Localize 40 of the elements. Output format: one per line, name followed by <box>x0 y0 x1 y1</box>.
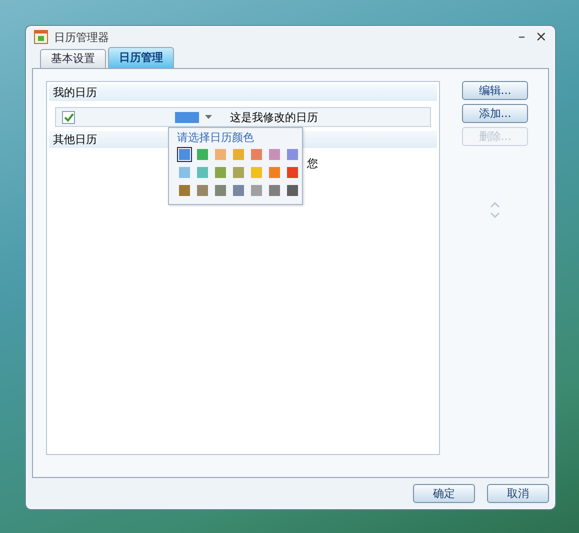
color-option[interactable] <box>231 147 246 162</box>
window-title: 日历管理器 <box>54 30 109 44</box>
color-option[interactable] <box>267 183 282 198</box>
color-option[interactable] <box>267 147 282 162</box>
close-button[interactable]: × <box>533 30 549 44</box>
color-option[interactable] <box>177 183 192 198</box>
minimize-button[interactable]: – <box>516 30 528 44</box>
tab[interactable]: 基本设置 <box>40 49 106 68</box>
color-option[interactable] <box>267 165 282 180</box>
checkbox[interactable] <box>62 110 75 124</box>
color-option[interactable] <box>249 165 264 180</box>
color-option[interactable] <box>249 147 264 162</box>
color-option[interactable] <box>195 147 210 162</box>
move-down-icon[interactable] <box>490 212 500 218</box>
popup-title: 请选择日历颜色 <box>177 130 255 145</box>
color-option[interactable] <box>285 147 300 162</box>
calendar-icon <box>34 30 48 44</box>
side-button[interactable]: 编辑... <box>462 81 528 100</box>
calendar-row[interactable]: 这是我修改的日历 <box>55 107 431 127</box>
color-option[interactable] <box>213 147 228 162</box>
dialog-button[interactable]: 确定 <box>413 484 475 503</box>
dialog-button[interactable]: 取消 <box>487 484 549 503</box>
color-option[interactable] <box>231 165 246 180</box>
color-option[interactable] <box>177 165 192 180</box>
color-option[interactable] <box>213 183 228 198</box>
move-up-icon[interactable] <box>490 202 500 208</box>
color-option[interactable] <box>195 183 210 198</box>
color-option[interactable] <box>195 165 210 180</box>
tab[interactable]: 日历管理 <box>108 47 174 68</box>
calendar-name: 这是我修改的日历 <box>230 110 318 124</box>
color-option[interactable] <box>231 183 246 198</box>
caret-icon <box>205 115 212 119</box>
color-option[interactable] <box>177 147 192 162</box>
group-header: 我的日历 <box>49 84 437 101</box>
color-option[interactable] <box>285 183 300 198</box>
color-option[interactable] <box>213 165 228 180</box>
info-text: 您 <box>307 157 318 170</box>
color-option[interactable] <box>249 183 264 198</box>
color-option[interactable] <box>285 165 300 180</box>
side-button[interactable]: 添加... <box>462 104 528 123</box>
